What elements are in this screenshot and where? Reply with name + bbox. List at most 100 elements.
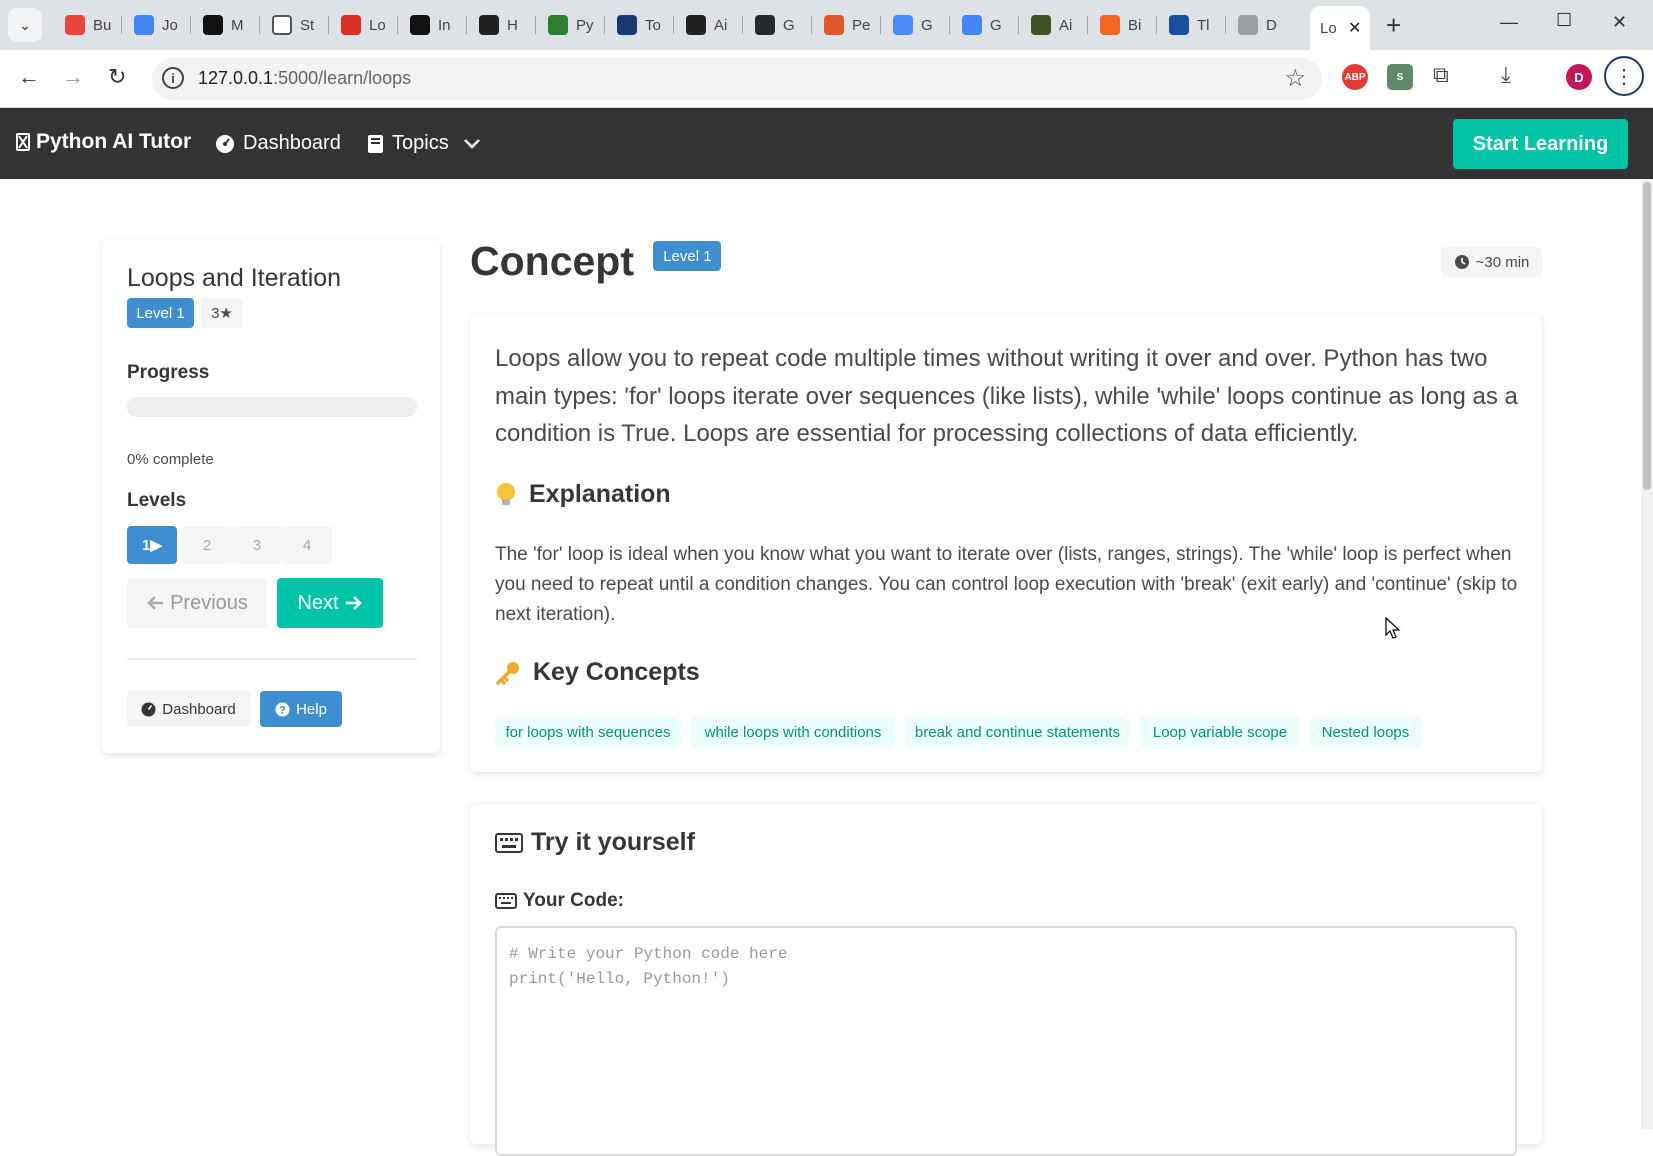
tab-separator (535, 16, 536, 34)
svg-text:?: ? (279, 704, 286, 716)
next-button[interactable]: Next (277, 578, 383, 628)
browser-tab[interactable]: Jo (124, 8, 188, 42)
level-badge: Level 1 (127, 298, 194, 328)
tab-separator (1225, 16, 1226, 34)
minimize-icon[interactable]: — (1500, 12, 1518, 33)
active-tab[interactable]: Lo ✕ (1310, 6, 1370, 50)
close-window-icon[interactable]: ✕ (1612, 12, 1627, 33)
maximize-icon[interactable]: ☐ (1556, 10, 1572, 31)
tab-favicon-icon (1100, 15, 1120, 35)
tab-separator (1018, 16, 1019, 34)
downloads-icon[interactable]: ⤓ (1501, 62, 1511, 88)
url-host: 127.0.0.1 (198, 68, 274, 88)
bookmark-star-icon[interactable]: ☆ (1284, 64, 1306, 93)
concept-lead-text: Loops allow you to repeat code multiple … (495, 345, 1518, 447)
stars-badge: 3★ (201, 298, 243, 328)
next-label: Next (297, 591, 339, 614)
tab-separator (949, 16, 950, 34)
tab-title: G (990, 16, 1002, 34)
explanation-heading: Explanation (495, 480, 671, 509)
try-it-heading: Try it yourself (495, 828, 695, 857)
browser-tab[interactable]: H (469, 8, 533, 42)
brand-link[interactable]: Python AI Tutor (16, 130, 191, 154)
nav-topics-dropdown[interactable]: Topics (367, 132, 481, 155)
app-navbar: Python AI Tutor Dashboard Topics Start L… (0, 108, 1653, 179)
explanation-text: The 'for' loop is ideal when you know wh… (495, 544, 1518, 625)
chevron-down-icon (463, 138, 480, 149)
browser-tab[interactable]: Tl (1159, 8, 1223, 42)
extensions-puzzle-icon[interactable]: ⧉ (1433, 62, 1449, 88)
level-4-button[interactable]: 4 (282, 526, 332, 564)
browser-tab[interactable]: Ai (676, 8, 740, 42)
arrow-right-icon (345, 596, 362, 610)
brand-icon-glyph (18, 135, 28, 149)
reload-icon[interactable]: ↻ (108, 64, 126, 90)
browser-tab[interactable]: Py (538, 8, 602, 42)
code-editor-input[interactable]: # Write your Python code here print('Hel… (495, 926, 1517, 1156)
previous-button[interactable]: Previous (127, 578, 267, 628)
browser-tab[interactable]: Bi (1090, 8, 1154, 42)
level-2-button[interactable]: 2 (182, 526, 232, 564)
tab-title: Lo (369, 16, 386, 34)
browser-tab[interactable]: G (745, 8, 809, 42)
level-3-button[interactable]: 3 (232, 526, 282, 564)
tab-title: G (783, 16, 795, 34)
concept-level-badge: Level 1 (653, 241, 722, 272)
tab-title: Ai (1059, 16, 1073, 34)
tab-title: Tl (1197, 16, 1210, 34)
adblock-extension-icon[interactable]: ABP (1342, 64, 1368, 90)
tab-title: Pe (852, 16, 870, 34)
tab-favicon-icon (479, 15, 499, 35)
address-bar[interactable]: i 127.0.0.1:5000/learn/loops ☆ (152, 58, 1322, 100)
browser-tab[interactable]: In (400, 8, 464, 42)
close-tab-icon[interactable]: ✕ (1348, 18, 1361, 38)
forward-icon[interactable]: → (62, 64, 84, 90)
back-icon[interactable]: ← (18, 64, 40, 90)
browser-tab[interactable]: M (193, 8, 257, 42)
tab-separator (190, 16, 191, 34)
browser-tab[interactable]: Ai (1021, 8, 1085, 42)
your-code-label-text: Your Code: (523, 890, 624, 911)
dashboard-gauge-icon (141, 702, 156, 716)
browser-tab[interactable]: Bu (55, 8, 119, 42)
lesson-sidebar: Loops and Iteration Level 1 3★ Progress … (102, 240, 440, 753)
key-concept-tag: while loops with conditions (691, 717, 895, 747)
nav-dashboard-label: Dashboard (243, 132, 341, 154)
browser-tab[interactable]: D (1228, 8, 1292, 42)
page-title-text: Concept (470, 238, 634, 284)
browser-tab[interactable]: G (883, 8, 947, 42)
browser-menu-icon[interactable]: ⋮ (1604, 56, 1644, 96)
browser-tabstrip: ⌄ Bu Jo M St Lo In H Py To Ai G Pe G G Ai Bi Tl D Lo ✕ + … (0, 0, 1653, 50)
key-concept-tag: Loop variable scope (1140, 717, 1300, 747)
sidebar-dashboard-button[interactable]: Dashboard (127, 691, 250, 727)
profile-avatar[interactable]: D (1566, 64, 1592, 90)
tab-title: M (231, 16, 244, 34)
tab-title: Py (576, 16, 594, 34)
browser-tab[interactable]: Lo (331, 8, 395, 42)
page-scrollbar-thumb[interactable] (1643, 182, 1651, 490)
progress-text: 0% complete (127, 451, 214, 468)
browser-tab[interactable]: St (262, 8, 326, 42)
browser-tab[interactable]: Pe (814, 8, 878, 42)
key-concepts-heading: Key Concepts (495, 658, 700, 687)
tab-separator (1087, 16, 1088, 34)
help-label: Help (296, 700, 327, 718)
start-learning-button[interactable]: Start Learning (1453, 119, 1628, 169)
site-info-icon[interactable]: i (162, 67, 184, 89)
nav-dashboard[interactable]: Dashboard (215, 132, 341, 155)
adblock-label: ABP (1344, 71, 1366, 83)
explanation-heading-text: Explanation (529, 480, 671, 508)
tab-separator (880, 16, 881, 34)
browser-tab[interactable]: To (607, 8, 671, 42)
s-extension-icon[interactable]: S (1387, 64, 1413, 90)
tab-favicon-icon (410, 15, 430, 35)
tab-separator (121, 16, 122, 34)
new-tab-button[interactable]: + (1386, 10, 1401, 41)
tab-search-button[interactable]: ⌄ (8, 8, 42, 42)
browser-tab[interactable]: G (952, 8, 1016, 42)
help-button[interactable]: ? Help (260, 691, 342, 727)
url-text[interactable]: 127.0.0.1:5000/learn/loops (198, 68, 411, 89)
level-1-button[interactable]: 1▶ (127, 526, 177, 564)
tab-favicon-icon (617, 15, 637, 35)
brand-text: Python AI Tutor (36, 130, 192, 153)
